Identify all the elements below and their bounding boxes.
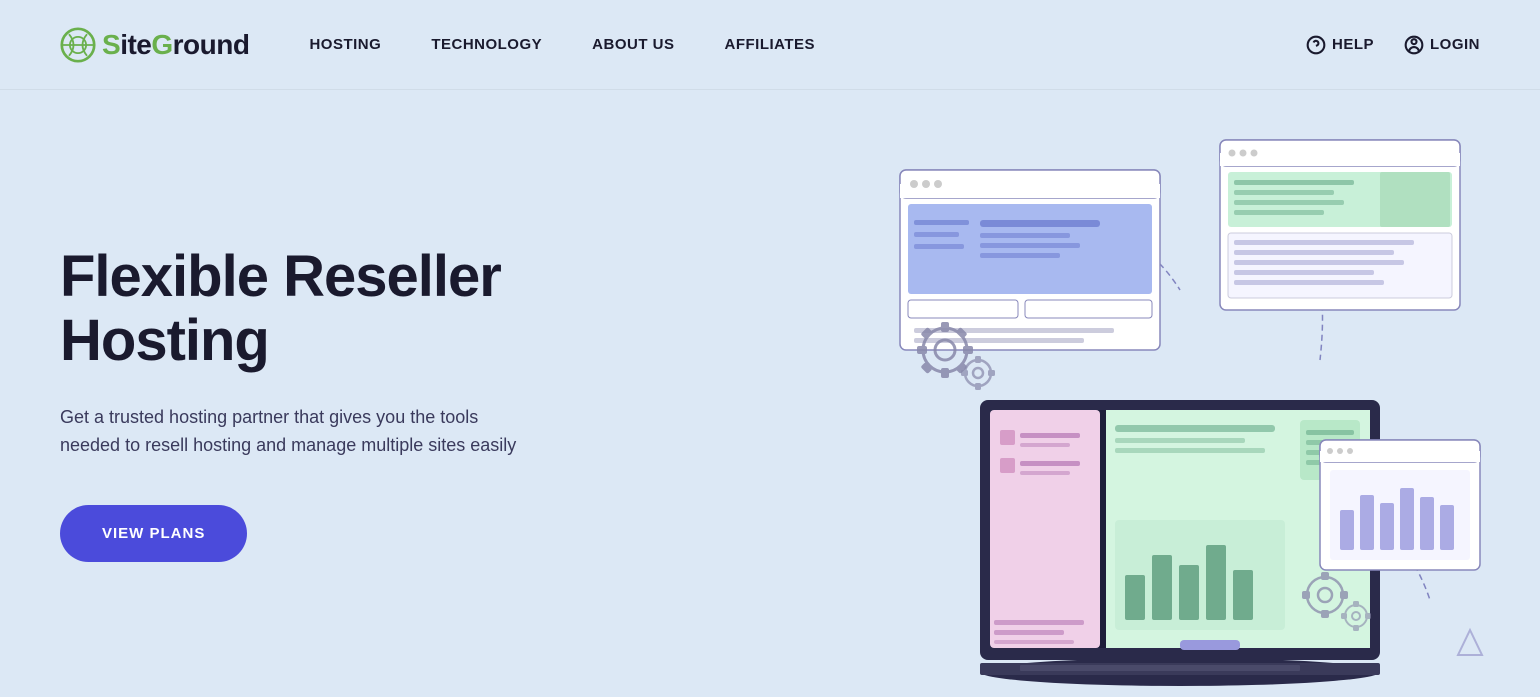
header: SiteGround HOSTING TECHNOLOGY ABOUT US A… (0, 0, 1540, 90)
nav-item-technology[interactable]: TECHNOLOGY (431, 36, 542, 53)
nav-item-affiliates[interactable]: AFFILIATES (725, 36, 816, 53)
user-circle-icon (1404, 35, 1424, 55)
nav-item-hosting[interactable]: HOSTING (309, 36, 381, 53)
hero-section: Flexible Reseller Hosting Get a trusted … (0, 90, 1540, 697)
logo[interactable]: SiteGround (60, 27, 249, 63)
hero-subtitle: Get a trusted hosting partner that gives… (60, 403, 520, 461)
nav-login-link[interactable]: LOGIN (1404, 35, 1480, 55)
illustration-svg (830, 110, 1510, 690)
nav-help-link[interactable]: HELP (1306, 35, 1374, 55)
logo-icon (60, 27, 96, 63)
nav-item-about-us[interactable]: ABOUT US (592, 36, 674, 53)
hero-content: Flexible Reseller Hosting Get a trusted … (60, 245, 580, 562)
view-plans-button[interactable]: VIEW PLANS (60, 505, 247, 562)
nav-right: HELP LOGIN (1306, 35, 1480, 55)
help-circle-icon (1306, 35, 1326, 55)
hero-illustration (830, 110, 1510, 690)
main-nav: HOSTING TECHNOLOGY ABOUT US AFFILIATES (309, 36, 1306, 53)
hero-title: Flexible Reseller Hosting (60, 245, 580, 373)
logo-text: SiteGround (102, 29, 249, 61)
